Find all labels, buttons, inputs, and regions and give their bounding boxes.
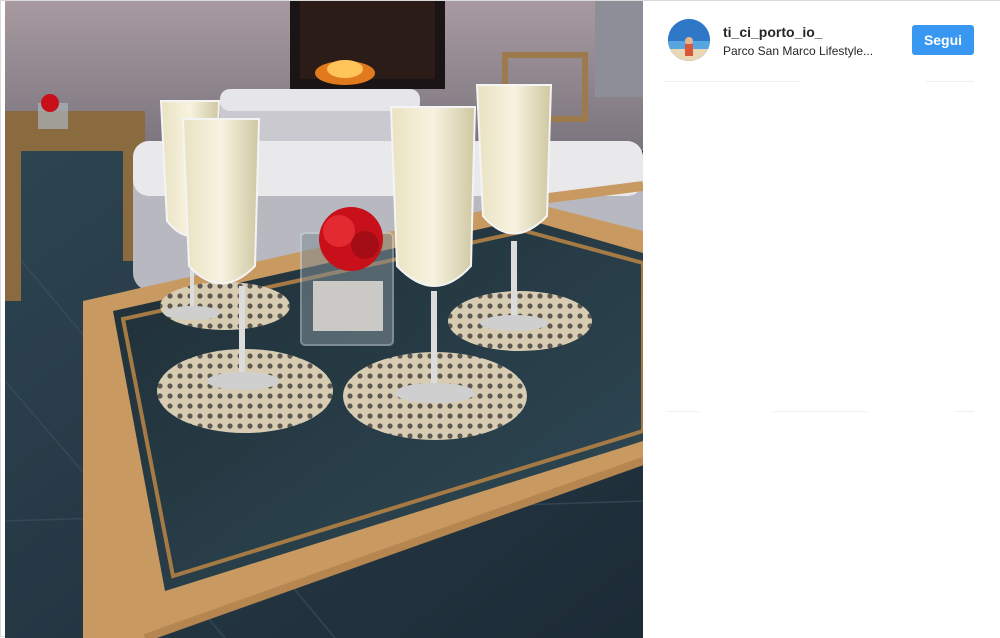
post-photo-image (5, 1, 643, 638)
mid-divider-right (956, 411, 974, 412)
mid-divider-left (667, 411, 699, 412)
username-link[interactable]: ti_ci_porto_io_ (723, 24, 823, 40)
user-avatar[interactable] (668, 19, 710, 61)
follow-button[interactable]: Segui (912, 25, 974, 55)
header-divider-right (926, 81, 974, 82)
location-link[interactable]: Parco San Marco Lifestyle... (723, 44, 903, 58)
header-divider-left (665, 81, 799, 82)
avatar-image (668, 19, 710, 61)
instagram-post-modal: ti_ci_porto_io_ Parco San Marco Lifestyl… (0, 0, 1000, 638)
post-photo[interactable] (5, 1, 643, 638)
post-header: ti_ci_porto_io_ Parco San Marco Lifestyl… (643, 1, 1000, 81)
post-sidebar: ti_ci_porto_io_ Parco San Marco Lifestyl… (643, 1, 1000, 638)
mid-divider-center (773, 411, 867, 412)
